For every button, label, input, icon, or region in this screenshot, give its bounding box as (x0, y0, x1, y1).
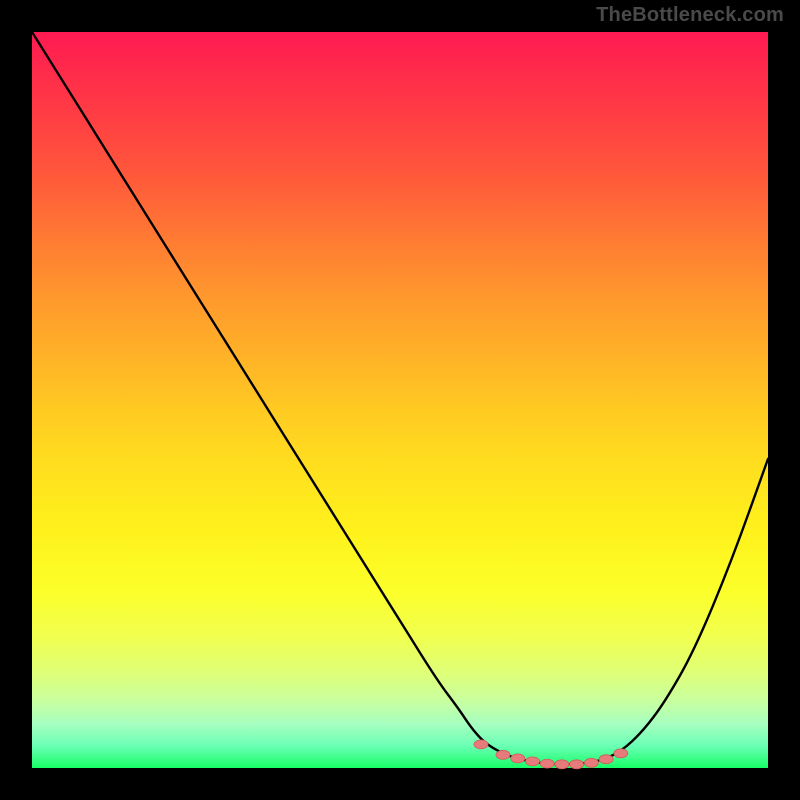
bottleneck-curve (32, 32, 768, 764)
chart-frame: TheBottleneck.com (0, 0, 800, 800)
valley-marker (540, 759, 554, 768)
plot-area (32, 32, 768, 768)
curve-markers (474, 740, 628, 769)
valley-marker (599, 755, 613, 764)
valley-marker (474, 740, 488, 749)
valley-marker (511, 754, 525, 763)
valley-marker (496, 750, 510, 759)
valley-marker (614, 749, 628, 758)
curve-svg (32, 32, 768, 768)
valley-marker (570, 760, 584, 769)
valley-marker (526, 757, 540, 766)
valley-marker (584, 758, 598, 767)
valley-marker (555, 760, 569, 769)
watermark-text: TheBottleneck.com (596, 4, 784, 27)
